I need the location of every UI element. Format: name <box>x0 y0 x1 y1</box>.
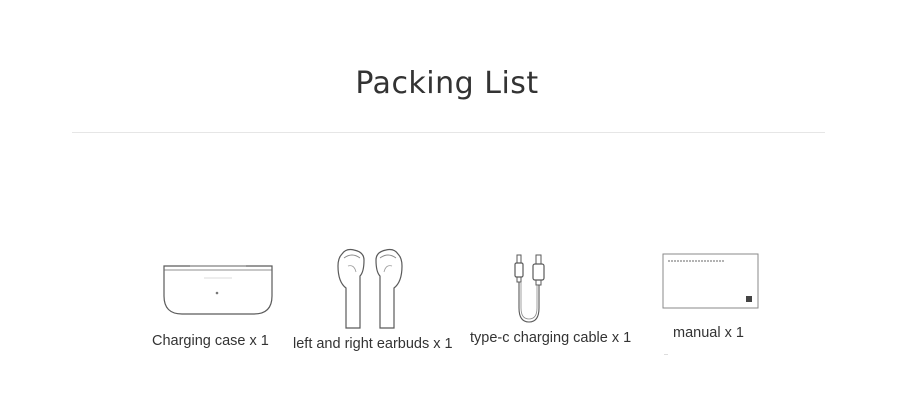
type-c-cable-icon <box>514 254 545 323</box>
charging-case-caption: Charging case x 1 <box>152 333 269 349</box>
charging-case-icon <box>163 265 273 315</box>
packing-list-page: Packing List Charging case x 1 left and … <box>0 0 900 413</box>
cable-caption: type-c charging cable x 1 <box>470 330 632 346</box>
earbuds-caption: left and right earbuds x 1 <box>293 336 453 352</box>
page-title: Packing List <box>355 66 539 101</box>
earbuds-icon <box>337 248 403 329</box>
decorative-dot <box>664 354 668 355</box>
manual-caption: manual x 1 <box>673 325 744 341</box>
title-divider <box>72 132 825 133</box>
manual-icon <box>662 253 759 309</box>
